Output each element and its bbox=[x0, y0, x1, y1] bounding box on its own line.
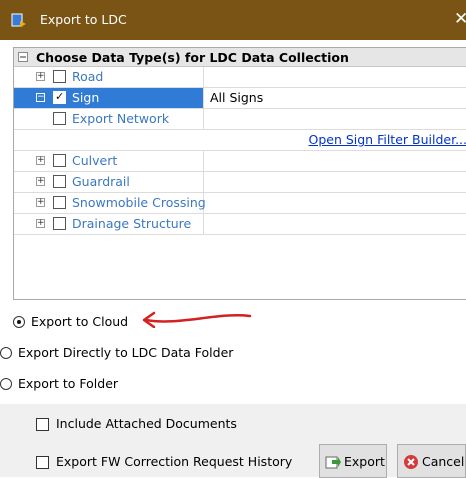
export-ldc-folder-label: Export Directly to LDC Data Folder bbox=[18, 345, 234, 360]
export-to-cloud-radio[interactable]: Export to Cloud bbox=[13, 314, 153, 332]
export-button-label: Export bbox=[344, 454, 385, 469]
row-snowmobile-crossing[interactable]: + Snowmobile Crossing bbox=[14, 193, 466, 214]
row-culvert[interactable]: + Culvert bbox=[14, 151, 466, 172]
grid-header: Choose Data Type(s) for LDC Data Collect… bbox=[14, 48, 466, 67]
export-button[interactable]: Export bbox=[319, 444, 387, 478]
include-attached-documents-label: Include Attached Documents bbox=[56, 416, 237, 431]
drainage-structure-checkbox[interactable] bbox=[53, 217, 66, 230]
row-label-export-network: Export Network bbox=[72, 111, 170, 126]
export-network-checkbox[interactable] bbox=[53, 112, 66, 125]
row-label-culvert: Culvert bbox=[72, 153, 118, 168]
row-value-culvert[interactable] bbox=[204, 151, 466, 171]
expand-icon[interactable]: + bbox=[36, 156, 45, 165]
guardrail-checkbox[interactable] bbox=[53, 175, 66, 188]
row-value-export-network[interactable] bbox=[204, 109, 466, 129]
snowmobile-crossing-checkbox[interactable] bbox=[53, 196, 66, 209]
export-to-folder-label: Export to Folder bbox=[18, 376, 119, 391]
road-checkbox[interactable] bbox=[53, 70, 66, 83]
cancel-button-label: Cancel bbox=[422, 454, 465, 469]
row-value-drainage-structure[interactable] bbox=[204, 214, 466, 234]
expand-icon[interactable]: + bbox=[36, 72, 45, 81]
expand-icon[interactable]: + bbox=[36, 219, 45, 228]
row-sign[interactable]: − ✓ Sign All Signs bbox=[14, 88, 466, 109]
app-icon bbox=[11, 13, 26, 27]
row-filter-link: Open Sign Filter Builder... bbox=[14, 130, 466, 151]
row-value-snowmobile-crossing[interactable] bbox=[204, 193, 466, 213]
row-value-guardrail[interactable] bbox=[204, 172, 466, 192]
export-correction-history-label: Export FW Correction Request History bbox=[56, 454, 293, 469]
row-label-guardrail: Guardrail bbox=[72, 174, 130, 189]
window-title: Export to LDC bbox=[40, 12, 127, 27]
data-type-grid: Choose Data Type(s) for LDC Data Collect… bbox=[13, 47, 466, 300]
export-to-folder-radio[interactable]: Export to Folder bbox=[0, 376, 140, 394]
row-guardrail[interactable]: + Guardrail bbox=[14, 172, 466, 193]
row-road[interactable]: + Road bbox=[14, 67, 466, 88]
cancel-icon bbox=[404, 455, 418, 469]
grid-header-title: Choose Data Type(s) for LDC Data Collect… bbox=[36, 50, 349, 65]
annotation-arrow bbox=[142, 311, 252, 328]
collapse-icon[interactable]: − bbox=[36, 93, 45, 102]
title-bar: Export to LDC ✕ bbox=[0, 0, 466, 40]
row-export-network[interactable]: Export Network bbox=[14, 109, 466, 130]
export-correction-history-checkbox[interactable] bbox=[36, 456, 49, 469]
row-value-road[interactable] bbox=[204, 67, 466, 87]
row-label-sign: Sign bbox=[72, 90, 100, 105]
sign-checkbox[interactable]: ✓ bbox=[53, 90, 66, 104]
expand-icon[interactable]: + bbox=[36, 177, 45, 186]
export-ldc-folder-radio[interactable]: Export Directly to LDC Data Folder bbox=[0, 345, 260, 363]
collapse-all-icon[interactable] bbox=[18, 52, 28, 62]
include-attached-documents-checkbox[interactable] bbox=[36, 418, 49, 431]
cancel-button[interactable]: Cancel bbox=[397, 444, 466, 478]
export-icon bbox=[325, 456, 341, 469]
expand-icon[interactable]: + bbox=[36, 198, 45, 207]
open-sign-filter-link[interactable]: Open Sign Filter Builder... bbox=[308, 132, 466, 147]
checkmark-icon: ✓ bbox=[55, 90, 65, 103]
options-panel: Include Attached Documents Export FW Cor… bbox=[0, 404, 466, 478]
culvert-checkbox[interactable] bbox=[53, 154, 66, 167]
row-label-road: Road bbox=[72, 69, 104, 84]
row-label-snowmobile-crossing: Snowmobile Crossing bbox=[72, 195, 206, 210]
export-to-cloud-label: Export to Cloud bbox=[31, 314, 129, 329]
row-label-drainage-structure: Drainage Structure bbox=[72, 216, 192, 231]
row-drainage-structure[interactable]: + Drainage Structure bbox=[14, 214, 466, 235]
sign-value[interactable]: All Signs bbox=[210, 90, 263, 105]
radio-selected-dot bbox=[17, 320, 21, 324]
close-icon[interactable]: ✕ bbox=[454, 9, 466, 29]
